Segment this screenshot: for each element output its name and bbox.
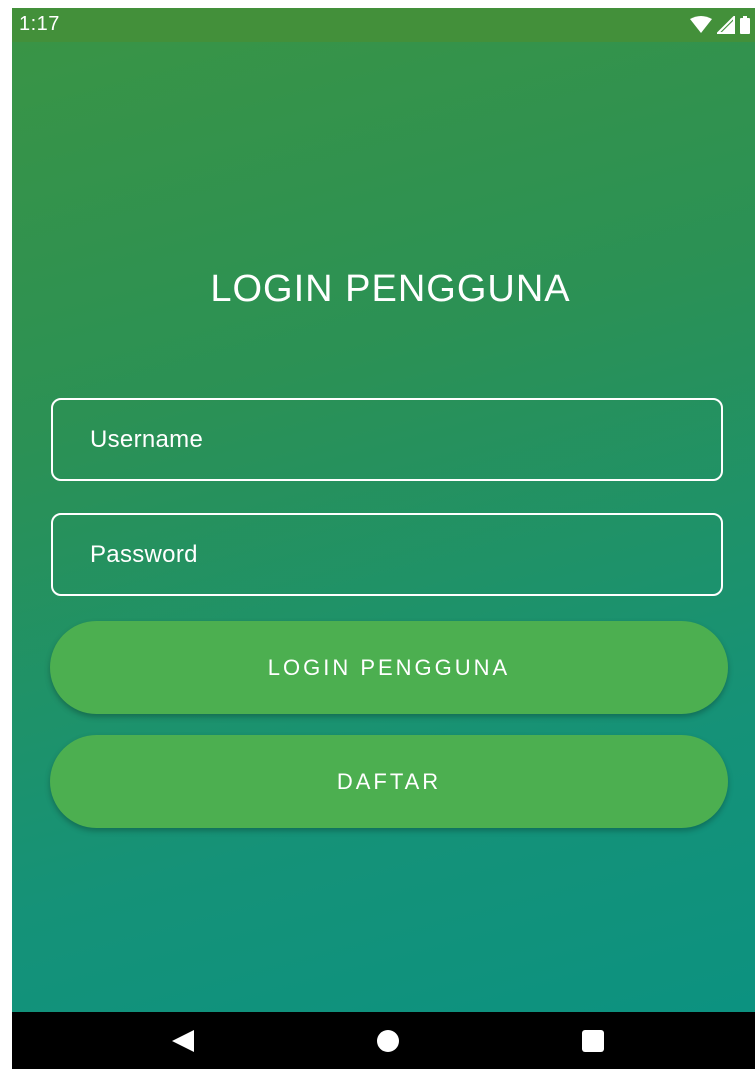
signal-icon [717,16,735,34]
password-field[interactable]: Password [51,513,723,596]
page-title: LOGIN PENGGUNA [210,268,571,310]
home-button[interactable] [348,1012,428,1069]
navigation-bar [12,1012,755,1069]
login-button[interactable]: LOGIN PENGGUNA [50,621,728,714]
username-field[interactable]: Username [51,398,723,481]
login-button-label: LOGIN PENGGUNA [267,654,511,680]
register-button-label: DAFTAR [336,768,442,794]
back-icon [172,1029,194,1052]
login-screen: LOGIN PENGGUNA Username Password LOGIN P… [12,42,755,1012]
status-icons [689,16,751,34]
back-button[interactable] [143,1012,223,1069]
phone-screen: 1:17 LOGIN PENGGUNA Username Password LO… [12,8,755,1069]
register-button[interactable]: DAFTAR [50,735,728,828]
status-bar: 1:17 [12,8,755,42]
wifi-icon [690,16,712,33]
recents-button[interactable] [553,1012,633,1069]
status-time: 1:17 [19,13,60,35]
recents-icon [582,1029,604,1052]
username-placeholder: Username [90,425,204,453]
home-icon [377,1029,399,1052]
battery-icon [740,16,750,34]
password-placeholder: Password [90,540,198,568]
